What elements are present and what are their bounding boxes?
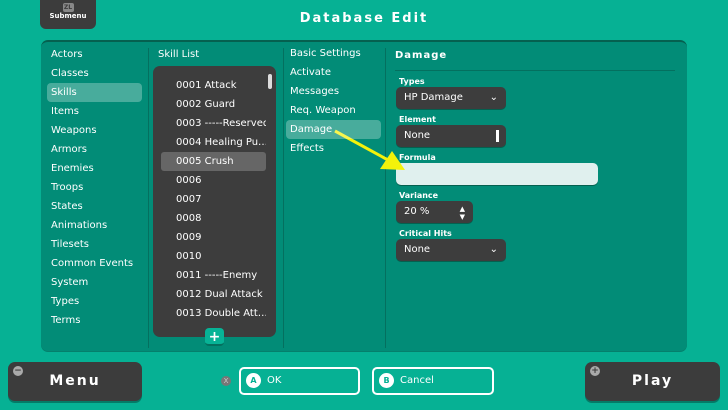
a-key-icon: A xyxy=(246,373,261,388)
tab-activate[interactable]: Activate xyxy=(286,63,381,82)
tab-damage[interactable]: Damage xyxy=(286,120,381,139)
skill-list-item[interactable]: 0010 xyxy=(161,247,266,266)
category-terms[interactable]: Terms xyxy=(47,311,142,330)
chevron-down-icon: ⌄ xyxy=(489,92,498,103)
skill-list-item[interactable]: 0009 xyxy=(161,228,266,247)
category-skills[interactable]: Skills xyxy=(47,83,142,102)
skill-list-item[interactable]: 0007 xyxy=(161,190,266,209)
element-label: Element xyxy=(399,115,436,124)
chevron-down-icon: ⌄ xyxy=(489,244,498,255)
skill-list-item[interactable]: 0006 xyxy=(161,171,266,190)
divider xyxy=(283,48,284,348)
variance-stepper[interactable]: 20 % ▲ ▼ xyxy=(396,201,473,223)
tab-basic-settings[interactable]: Basic Settings xyxy=(286,44,381,63)
element-selector[interactable]: None xyxy=(396,125,506,147)
category-enemies[interactable]: Enemies xyxy=(47,159,142,178)
skill-list-item[interactable]: 0013 Double Att… xyxy=(161,304,266,323)
category-classes[interactable]: Classes xyxy=(47,64,142,83)
category-types[interactable]: Types xyxy=(47,292,142,311)
add-skill-button[interactable]: + xyxy=(205,328,224,346)
tab-req-weapon[interactable]: Req. Weapon xyxy=(286,101,381,120)
types-dropdown[interactable]: HP Damage ⌄ xyxy=(396,87,506,109)
play-label: Play xyxy=(631,373,674,389)
category-tilesets[interactable]: Tilesets xyxy=(47,235,142,254)
category-armors[interactable]: Armors xyxy=(47,140,142,159)
skill-list-item[interactable]: 0003 -----Reserved xyxy=(161,114,266,133)
category-weapons[interactable]: Weapons xyxy=(47,121,142,140)
ok-button[interactable]: A OK xyxy=(239,367,360,395)
skill-list: 0001 Attack 0002 Guard 0003 -----Reserved 0… xyxy=(153,66,276,337)
open-list-icon xyxy=(496,130,499,142)
category-items[interactable]: Items xyxy=(47,102,142,121)
ok-label: OK xyxy=(267,375,282,386)
divider xyxy=(148,48,149,348)
skill-list-item[interactable]: 0005 Crush xyxy=(161,152,266,171)
skill-list-item[interactable]: 0001 Attack xyxy=(161,76,266,95)
category-animations[interactable]: Animations xyxy=(47,216,142,235)
formula-input[interactable] xyxy=(396,163,598,185)
skill-list-title: Skill List xyxy=(158,49,200,60)
category-system[interactable]: System xyxy=(47,273,142,292)
divider xyxy=(385,48,386,348)
plus-key-icon: + xyxy=(590,366,600,376)
x-key-icon: X xyxy=(221,376,231,386)
critical-hits-dropdown[interactable]: None ⌄ xyxy=(396,239,506,261)
play-button[interactable]: + Play xyxy=(585,362,720,401)
skill-list-item[interactable]: 0004 Healing Pu… xyxy=(161,133,266,152)
variance-value: 20 % xyxy=(404,206,430,217)
menu-button[interactable]: − Menu xyxy=(8,362,142,401)
category-common-events[interactable]: Common Events xyxy=(47,254,142,273)
cancel-button[interactable]: B Cancel xyxy=(372,367,494,395)
tab-effects[interactable]: Effects xyxy=(286,139,381,158)
tab-messages[interactable]: Messages xyxy=(286,82,381,101)
section-heading: Damage xyxy=(395,50,448,61)
menu-label: Menu xyxy=(49,373,101,389)
b-key-icon: B xyxy=(379,373,394,388)
scrollbar[interactable] xyxy=(268,74,272,89)
page-title: Database Edit xyxy=(299,11,429,26)
divider xyxy=(395,70,675,71)
skill-list-item[interactable]: 0012 Dual Attack xyxy=(161,285,266,304)
category-actors[interactable]: Actors xyxy=(47,45,142,64)
skill-list-item[interactable]: 0011 -----Enemy xyxy=(161,266,266,285)
critical-hits-label: Critical Hits xyxy=(399,229,452,238)
skill-list-item[interactable]: 0008 xyxy=(161,209,266,228)
types-label: Types xyxy=(399,77,425,86)
category-states[interactable]: States xyxy=(47,197,142,216)
minus-key-icon: − xyxy=(13,366,23,376)
critical-hits-value: None xyxy=(404,244,431,255)
category-troops[interactable]: Troops xyxy=(47,178,142,197)
skill-list-item[interactable]: 0002 Guard xyxy=(161,95,266,114)
variance-label: Variance xyxy=(399,191,439,200)
cancel-label: Cancel xyxy=(400,375,434,386)
stepper-arrows-icon: ▲ ▼ xyxy=(459,205,465,221)
types-value: HP Damage xyxy=(404,92,463,103)
